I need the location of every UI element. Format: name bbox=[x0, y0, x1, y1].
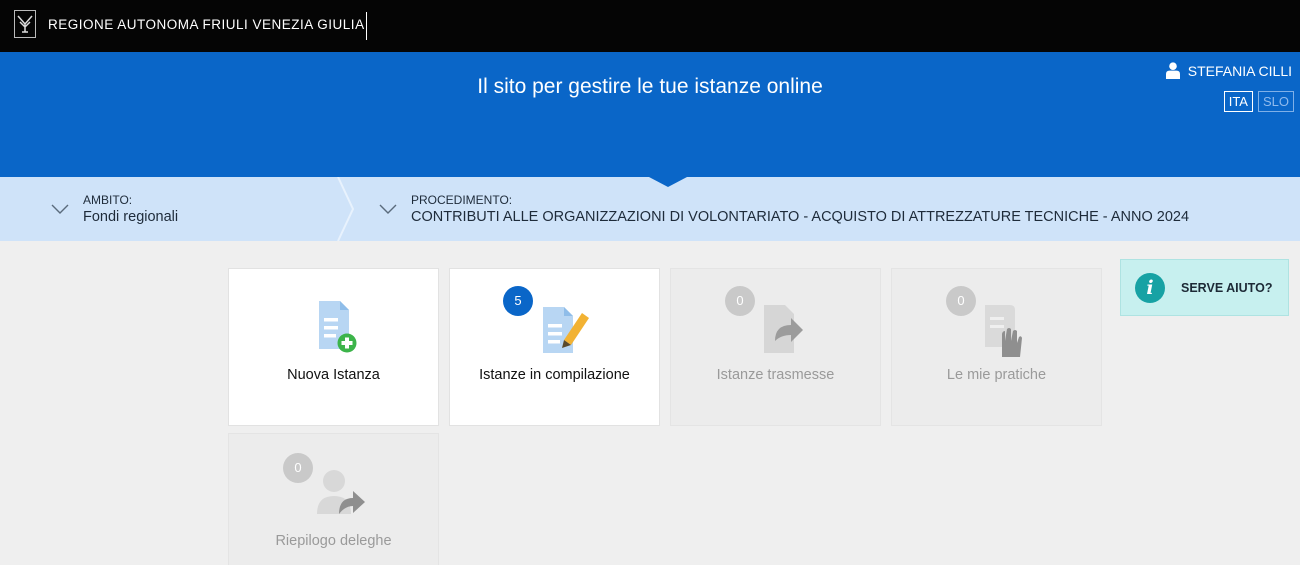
procedimento-label: PROCEDIMENTO: bbox=[411, 192, 513, 207]
language-ita-button[interactable]: ITA bbox=[1223, 91, 1253, 112]
institution-bar: REGIONE AUTONOMA FRIULI VENEZIA GIULIA bbox=[0, 0, 1300, 52]
tile-label: Istanze in compilazione bbox=[479, 367, 630, 383]
tile-riepilogo-deleghe[interactable]: 0 Riepilogo deleghe bbox=[228, 433, 439, 565]
tile-le-mie-pratiche[interactable]: 0 Le mie pratiche bbox=[891, 268, 1102, 426]
region-eagle-logo-icon[interactable] bbox=[14, 10, 36, 38]
user-menu[interactable]: STEFANIA CILLI bbox=[1165, 62, 1292, 79]
help-label: SERVE AIUTO? bbox=[1181, 280, 1273, 295]
ambito-value: Fondi regionali bbox=[83, 208, 179, 225]
user-name: STEFANIA CILLI bbox=[1187, 62, 1292, 79]
tile-istanze-trasmesse[interactable]: 0 Istanze trasmesse bbox=[670, 268, 881, 426]
tile-label: Le mie pratiche bbox=[946, 367, 1047, 383]
ambito-label: AMBITO: bbox=[83, 192, 133, 207]
tile-istanze-in-compilazione[interactable]: 5 Istanze in compilazione bbox=[449, 268, 660, 426]
procedimento-value: CONTRIBUTI ALLE ORGANIZZAZIONI DI VOLONT… bbox=[411, 208, 1190, 225]
practices-count-badge: 0 bbox=[946, 286, 976, 316]
tile-label: Istanze trasmesse bbox=[716, 367, 835, 383]
user-icon bbox=[1165, 62, 1180, 79]
breadcrumb-ambito[interactable]: AMBITO: Fondi regionali bbox=[51, 177, 178, 241]
new-document-icon bbox=[318, 301, 356, 353]
delegations-count-badge: 0 bbox=[283, 453, 313, 483]
sent-count-badge: 0 bbox=[725, 286, 755, 316]
topbar-divider bbox=[366, 12, 367, 40]
tile-nuova-istanza[interactable]: Nuova Istanza bbox=[228, 268, 439, 426]
page-header: Il sito per gestire le tue istanze onlin… bbox=[0, 52, 1300, 177]
chevron-down-icon bbox=[51, 204, 69, 214]
language-slo-button[interactable]: SLO bbox=[1257, 91, 1294, 112]
tile-label: Nuova Istanza bbox=[287, 367, 380, 383]
breadcrumb-separator bbox=[337, 177, 355, 241]
help-button[interactable]: i SERVE AIUTO? bbox=[1120, 259, 1289, 316]
breadcrumb-procedimento[interactable]: PROCEDIMENTO: CONTRIBUTI ALLE ORGANIZZAZ… bbox=[379, 177, 1189, 241]
institution-title[interactable]: REGIONE AUTONOMA FRIULI VENEZIA GIULIA bbox=[48, 17, 365, 32]
chevron-down-icon bbox=[379, 204, 397, 214]
tile-label: Riepilogo deleghe bbox=[275, 533, 392, 549]
header-pointer bbox=[649, 177, 687, 187]
draft-count-badge: 5 bbox=[503, 286, 533, 316]
language-switch: ITA SLO bbox=[1223, 91, 1294, 112]
info-icon: i bbox=[1135, 272, 1165, 303]
page-headline: Il sito per gestire le tue istanze onlin… bbox=[477, 75, 823, 98]
